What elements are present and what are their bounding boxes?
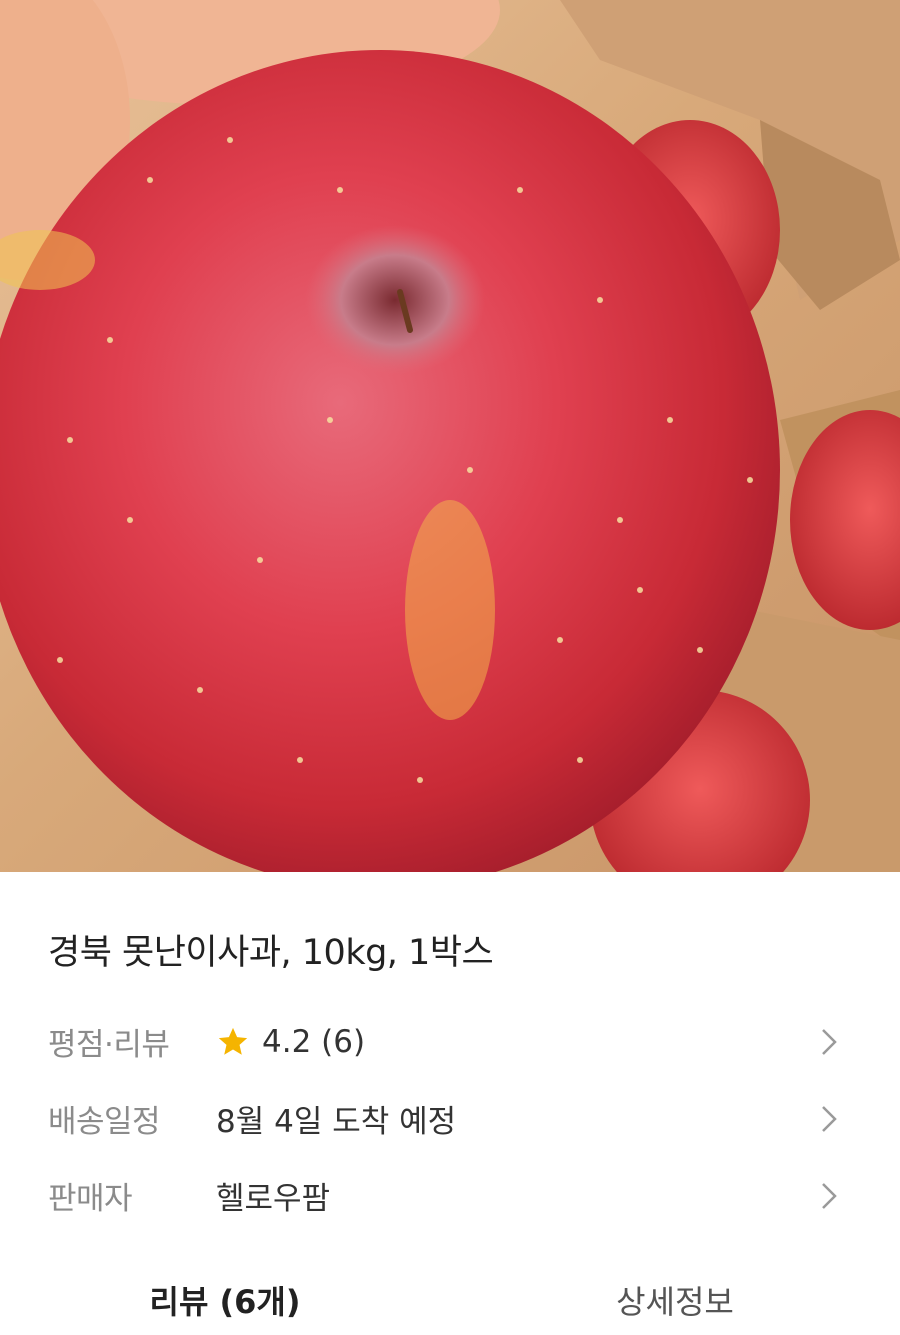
- seller-value: 헬로우팜: [216, 1181, 331, 1217]
- chevron-right-icon[interactable]: [820, 1181, 838, 1211]
- delivery-row[interactable]: 배송일정 8월 4일 도착 예정: [48, 1080, 852, 1157]
- apple-photo: [0, 0, 900, 872]
- rating-value: 4.2 (6): [262, 1023, 366, 1060]
- delivery-label: 배송일정: [48, 1104, 161, 1140]
- seller-label: 판매자: [48, 1181, 133, 1217]
- rating-review-label: 평점·리뷰: [48, 1027, 170, 1063]
- chevron-right-icon[interactable]: [820, 1104, 838, 1134]
- seller-row[interactable]: 판매자 헬로우팜: [48, 1157, 852, 1234]
- tab-reviews[interactable]: 리뷰 (6개): [0, 1270, 450, 1335]
- product-title: 경북 못난이사과, 10kg, 1박스: [48, 933, 494, 973]
- chevron-right-icon[interactable]: [820, 1027, 838, 1057]
- star-icon: [218, 1027, 248, 1055]
- delivery-value: 8월 4일 도착 예정: [216, 1104, 457, 1140]
- tab-details[interactable]: 상세정보: [450, 1270, 900, 1335]
- rating-review-row[interactable]: 평점·리뷰 4.2 (6): [48, 1003, 852, 1080]
- tab-bar: 리뷰 (6개) 상세정보: [0, 1270, 900, 1335]
- product-image[interactable]: [0, 0, 900, 872]
